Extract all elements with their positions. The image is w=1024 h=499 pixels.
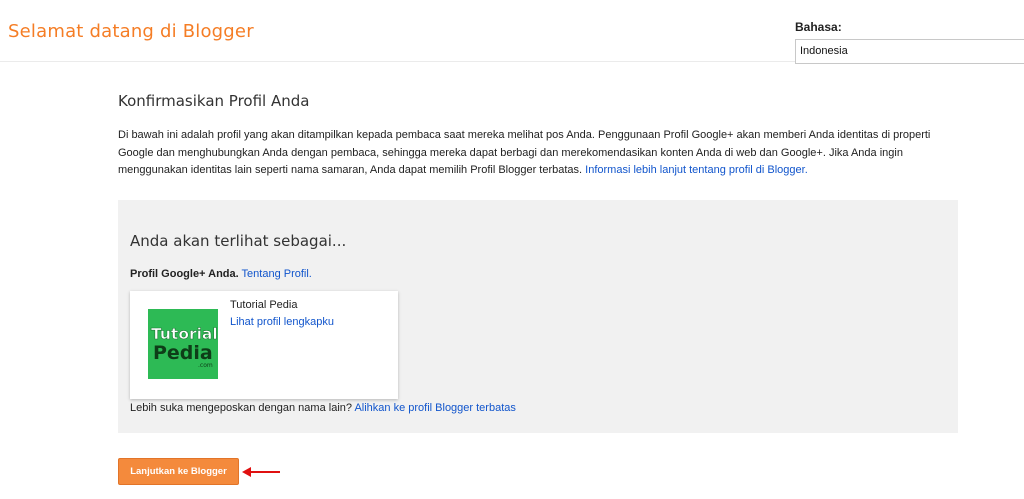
alt-identity-text: Lebih suka mengeposkan dengan nama lain? — [130, 402, 352, 414]
arrow-left-icon — [242, 467, 280, 477]
alt-identity-line: Lebih suka mengeposkan dengan nama lain?… — [130, 402, 516, 414]
profile-info-link[interactable]: Informasi lebih lanjut tentang profil di… — [585, 164, 808, 176]
page-title: Selamat datang di Blogger — [8, 21, 254, 42]
language-label: Bahasa: — [795, 20, 842, 34]
gplus-label: Profil Google+ Anda. — [130, 268, 239, 280]
intro-paragraph: Di bawah ini adalah profil yang akan dit… — [118, 127, 958, 180]
profile-name: Tutorial Pedia — [230, 299, 298, 311]
panel-title: Anda akan terlihat sebagai... — [130, 232, 347, 250]
avatar: Tutorial Pedia .com — [148, 309, 218, 379]
language-select[interactable]: Indonesia — [795, 39, 1024, 64]
profile-card: Tutorial Pedia .com Tutorial Pedia Lihat… — [130, 291, 398, 399]
avatar-text-3: .com — [198, 362, 213, 369]
avatar-text-1: Tutorial — [151, 325, 218, 343]
profile-panel: Anda akan terlihat sebagai... Profil Goo… — [118, 200, 958, 433]
section-title: Konfirmasikan Profil Anda — [118, 92, 310, 110]
gplus-line: Profil Google+ Anda. Tentang Profil. — [130, 268, 312, 280]
intro-text: Di bawah ini adalah profil yang akan dit… — [118, 129, 931, 176]
header: Selamat datang di Blogger Bahasa: Indone… — [0, 0, 1024, 64]
about-profile-link[interactable]: Tentang Profil. — [242, 268, 312, 280]
continue-button[interactable]: Lanjutkan ke Blogger — [118, 458, 239, 485]
avatar-logo: Tutorial Pedia .com — [148, 309, 218, 379]
view-profile-link[interactable]: Lihat profil lengkapku — [230, 316, 334, 328]
limited-profile-link[interactable]: Alihkan ke profil Blogger terbatas — [354, 402, 515, 414]
avatar-text-2: Pedia — [153, 342, 213, 364]
